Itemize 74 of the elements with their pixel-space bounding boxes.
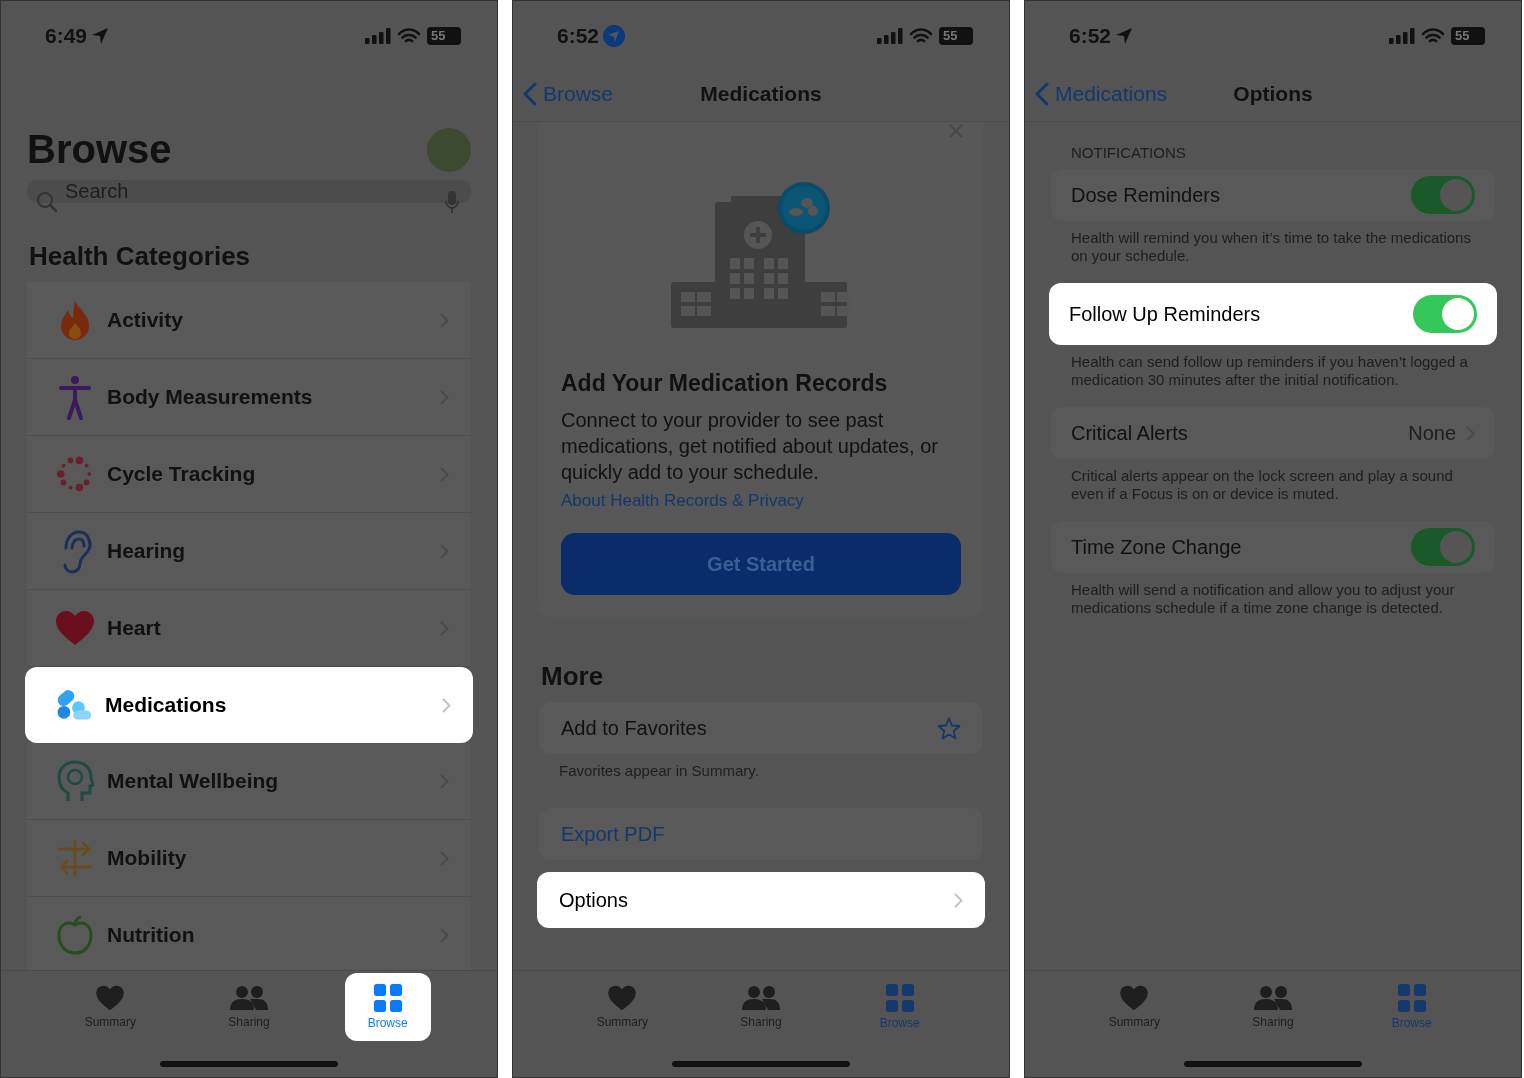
tab-bar-item[interactable]: Browse: [1368, 973, 1455, 1041]
back-chevron-icon: [523, 82, 537, 106]
category-item[interactable]: Body Measurements: [27, 359, 471, 436]
signal-icon: [365, 28, 391, 44]
star-icon: [937, 716, 961, 740]
tab-bar-item[interactable]: Browse: [344, 973, 431, 1041]
apple-icon: [56, 915, 94, 955]
toggle-switch[interactable]: [1411, 176, 1475, 214]
wifi-icon: [1422, 28, 1444, 44]
people-icon: [1253, 985, 1293, 1011]
location-icon: [1115, 27, 1134, 45]
category-item[interactable]: Mental Wellbeing: [27, 743, 471, 820]
section-heading: More: [540, 660, 605, 693]
card-description: Connect to your provider to see past medications, get notified about updates, or quickly add to your schedule.: [561, 408, 939, 485]
category-item[interactable]: Mobility: [27, 820, 471, 897]
section-heading: Health Categories: [28, 240, 252, 273]
settings-row[interactable]: Critical Alerts None: [1051, 407, 1495, 459]
row-label: Follow Up Reminders: [1069, 302, 1262, 326]
chevron-icon: [954, 892, 963, 908]
tab-bar-item[interactable]: Browse: [856, 973, 943, 1041]
location-icon: [91, 27, 110, 45]
export-pdf-row[interactable]: Export PDF: [539, 808, 983, 860]
heart-icon: [607, 985, 638, 1011]
battery-indicator: 55: [939, 27, 973, 45]
wifi-icon: [910, 28, 932, 44]
category-item[interactable]: Hearing: [27, 513, 471, 590]
page-title: Browse: [27, 127, 172, 172]
nav-title: Medications: [700, 82, 822, 106]
wifi-icon: [398, 28, 420, 44]
status-time: 6:52: [557, 24, 626, 48]
figure-icon: [57, 374, 93, 420]
back-button[interactable]: Medications: [1035, 82, 1168, 106]
heart-icon: [55, 610, 95, 646]
signal-icon: [1389, 28, 1415, 44]
back-button[interactable]: Browse: [523, 82, 614, 106]
status-time: 6:49: [45, 24, 110, 48]
toggle-switch[interactable]: [1411, 528, 1475, 566]
people-icon: [229, 985, 269, 1011]
search-icon: [36, 191, 58, 213]
grid-icon: [373, 984, 402, 1012]
back-chevron-icon: [1035, 82, 1049, 106]
nav-title: Options: [1233, 82, 1313, 106]
row-label: Time Zone Change: [1071, 535, 1243, 559]
category-item[interactable]: Cycle Tracking: [27, 436, 471, 513]
settings-row[interactable]: Follow Up Reminders: [1049, 283, 1497, 345]
battery-indicator: 55: [427, 27, 461, 45]
heart-icon: [95, 985, 126, 1011]
favorites-row[interactable]: Add to Favorites: [539, 702, 983, 754]
category-item[interactable]: Activity: [27, 282, 471, 359]
category-item[interactable]: Medications: [25, 667, 473, 743]
grid-icon: [885, 984, 914, 1012]
category-item[interactable]: Nutrition: [27, 897, 471, 970]
row-value: None: [1408, 421, 1456, 445]
row-label: Critical Alerts: [1071, 421, 1189, 445]
options-row[interactable]: Options: [537, 872, 985, 928]
status-time: 6:52: [1069, 24, 1134, 48]
battery-indicator: 55: [1451, 27, 1485, 45]
chevron-icon: [442, 697, 451, 713]
location-icon: [603, 25, 626, 47]
grid-icon: [1397, 984, 1426, 1012]
toggle-switch[interactable]: [1413, 295, 1477, 333]
settings-row[interactable]: Time Zone Change: [1051, 521, 1495, 573]
card-title: Add Your Medication Records: [561, 370, 889, 397]
category-item[interactable]: Heart: [27, 590, 471, 667]
settings-row[interactable]: Dose Reminders: [1051, 169, 1495, 221]
privacy-link[interactable]: About Health Records & Privacy: [561, 491, 804, 511]
avatar[interactable]: [427, 127, 471, 172]
people-icon: [741, 985, 781, 1011]
row-label: Dose Reminders: [1071, 183, 1221, 207]
arrows-icon: [55, 837, 95, 879]
head-icon: [56, 759, 94, 803]
microphone-icon: [445, 190, 459, 214]
signal-icon: [877, 28, 903, 44]
heart-icon: [1119, 985, 1150, 1011]
